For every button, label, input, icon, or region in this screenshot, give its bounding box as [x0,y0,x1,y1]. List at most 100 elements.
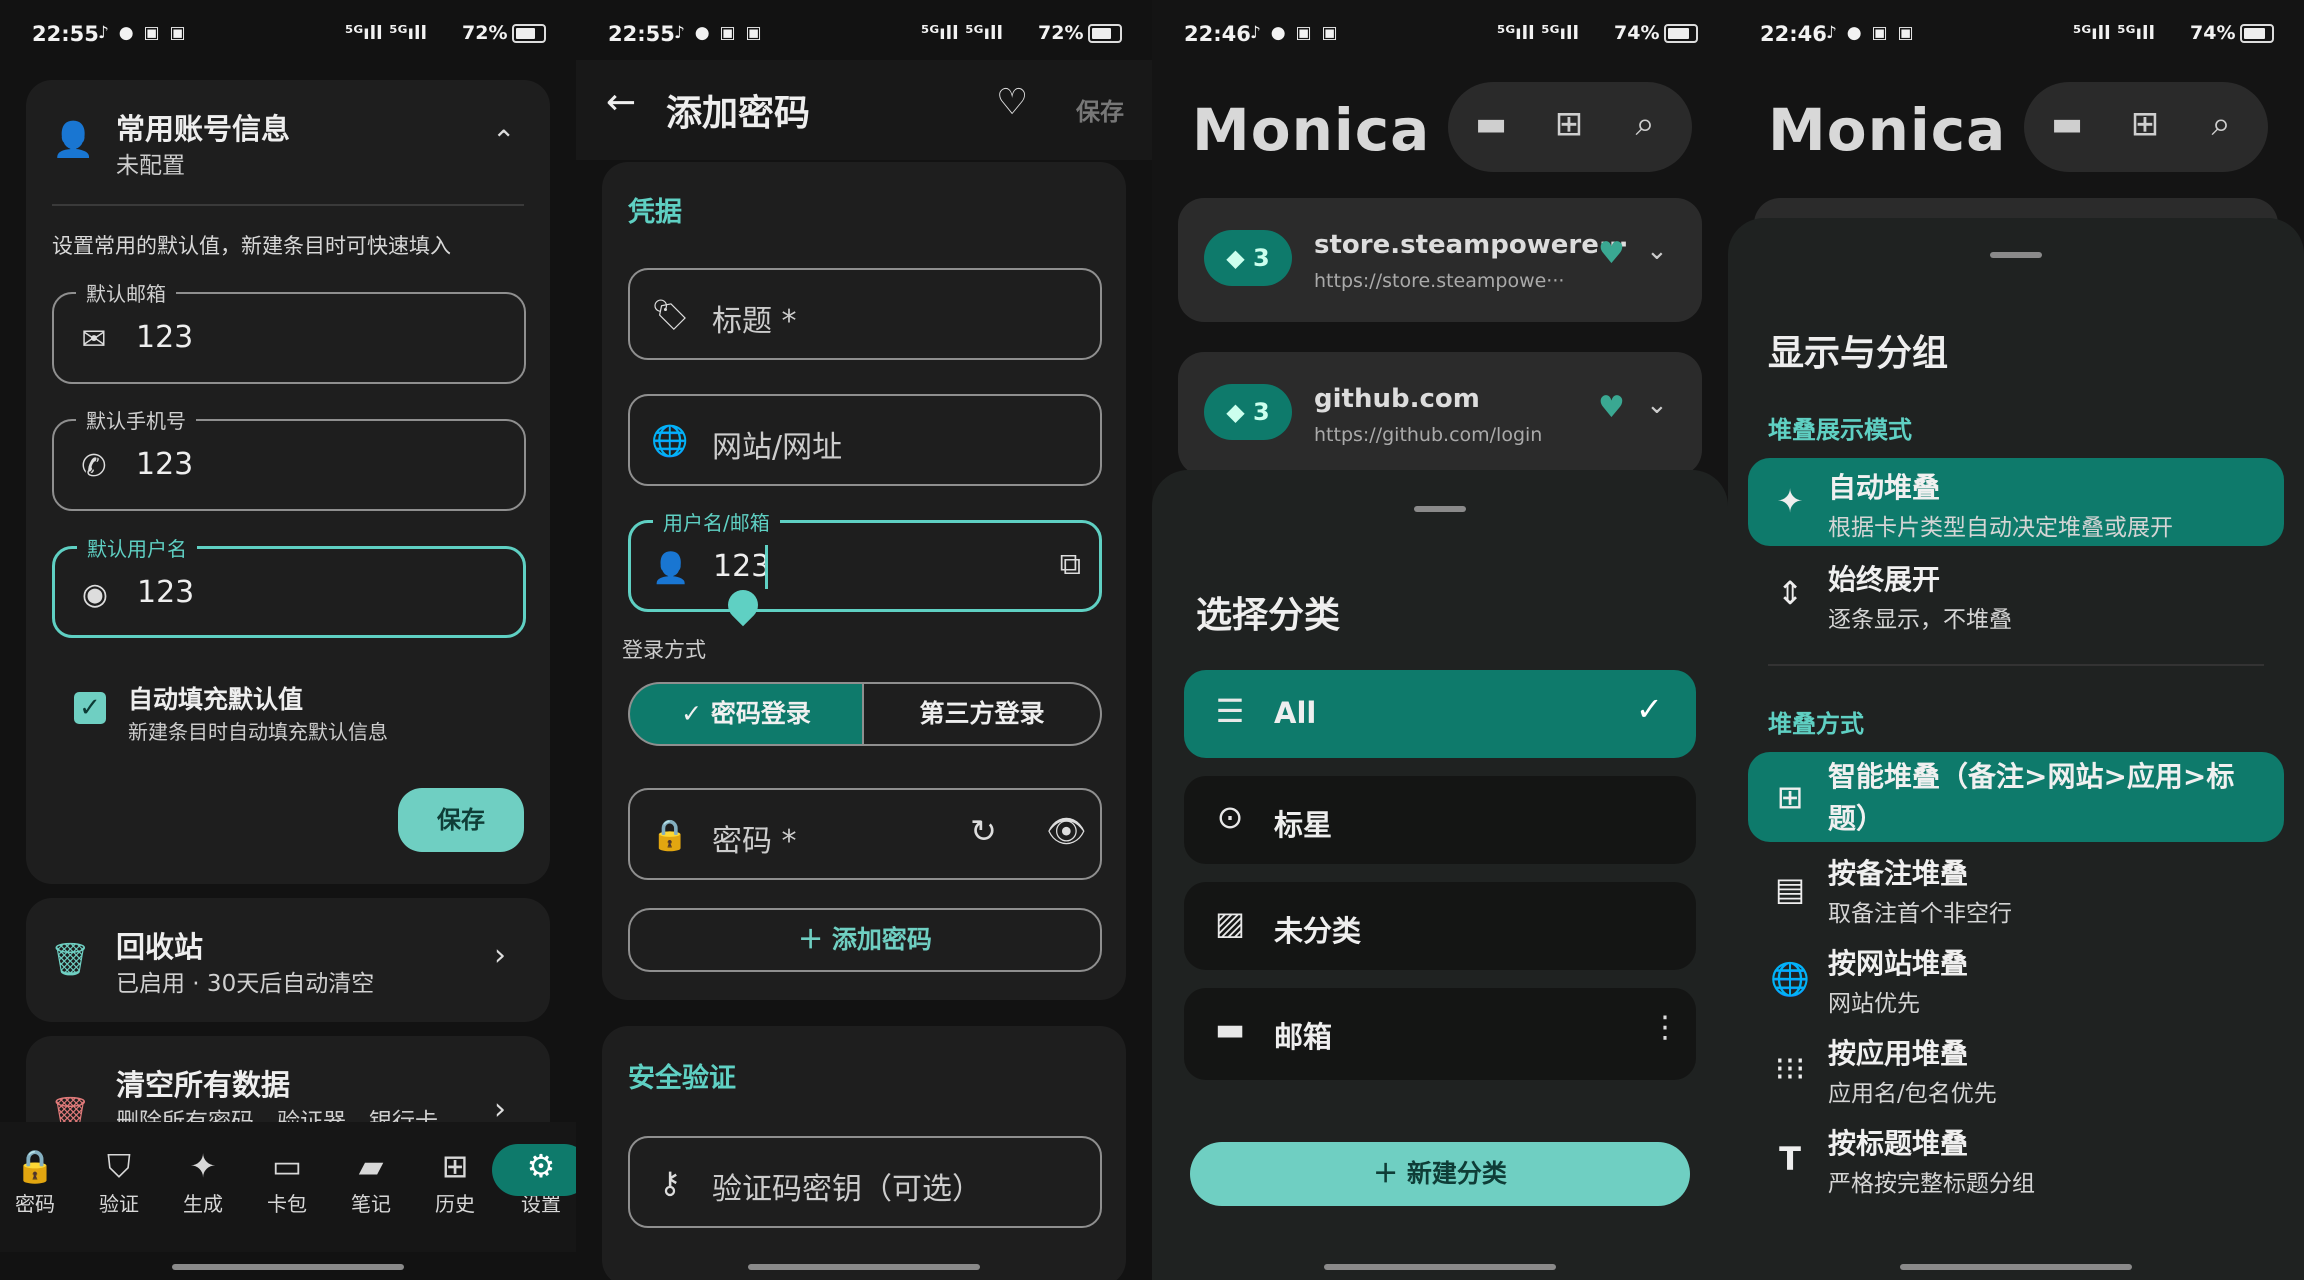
website-field[interactable]: 🌐 网站/网址 [628,394,1102,486]
stack-method-website[interactable]: 🌐 按网站堆叠 网站优先 [1748,938,2284,1028]
toolbar-actions: ▬ ⊞ ⌕ [1448,82,1692,172]
recycle-title: 回收站 [116,930,204,964]
status-bar: 22:55 ♪ ● ▣ ▣ ⁵ᴳıll ⁵ᴳıll 72% [0,0,576,70]
nav-passwords[interactable]: 🔒 密码 [0,1144,70,1217]
text-cursor [765,545,768,589]
chevron-down-icon[interactable]: ⌄ [1646,236,1668,266]
option-title: 自动堆叠 [1828,471,1941,504]
home-indicator[interactable] [1324,1264,1556,1270]
autofill-checkbox[interactable]: ✓ [74,692,106,724]
save-button[interactable]: 保存 [1076,92,1124,127]
security-card: 安全验证 ⚷ 验证码密钥（可选） [602,1026,1126,1280]
shield-icon: ⛉ [106,1147,131,1185]
nav-notes[interactable]: ▰ 笔记 [336,1144,406,1217]
nav-label: 密码 [15,1192,55,1216]
username-field[interactable]: 用户名/邮箱 👤 123 ⧉ [628,507,1102,612]
battery-icon [2240,24,2275,43]
copy-icon[interactable]: ⧉ [1060,547,1081,582]
option-subtitle: 逐条显示，不堆叠 [1828,607,2012,633]
nav-cards[interactable]: ▭ 卡包 [252,1144,322,1217]
search-icon[interactable]: ⌕ [1622,104,1668,144]
entry-card[interactable]: ◆ 3 store.steampowere··· https://store.s… [1178,198,1702,322]
unfold-icon: ⇕ [1776,574,1804,612]
default-email-field[interactable]: 默认邮箱 ✉ 123 [52,278,526,384]
layers-icon: ◆ [1226,398,1254,426]
home-indicator[interactable] [748,1264,980,1270]
password-field[interactable]: 🔒 密码 * ↻ 👁 [628,788,1102,880]
autofill-title: 自动填充默认值 [128,685,304,714]
nav-label: 历史 [435,1192,475,1216]
category-starred[interactable]: ⊙ 标星 [1184,776,1696,864]
refresh-icon[interactable]: ↻ [970,812,997,850]
home-indicator[interactable] [172,1264,404,1270]
drag-handle[interactable] [1990,252,2042,258]
category-all[interactable]: ☰ All ✓ [1184,670,1696,758]
autofill-subtitle: 新建条目时自动填充默认信息 [128,720,388,744]
notification-icons: ♪ ● ▣ ▣ [1250,23,1340,43]
title-field[interactable]: 🏷 标题 * [628,268,1102,360]
plus-icon: ＋ [1373,1159,1407,1188]
signal-icon: ⁵ᴳıll ⁵ᴳıll [1497,22,1579,44]
entry-title: github.com [1314,384,1480,414]
entry-card[interactable]: ◆ 3 github.com https://github.com/login … [1178,352,1702,476]
chevron-up-icon[interactable]: ⌃ [492,124,515,157]
otp-secret-field[interactable]: ⚷ 验证码密钥（可选） [628,1136,1102,1228]
globe-icon: 🌐 [1770,960,1810,998]
more-vert-icon[interactable]: ⋮ [1650,1010,1680,1045]
login-option-third-party[interactable]: 第三方登录 [864,682,1102,746]
heart-icon[interactable]: ♥ [1598,236,1625,271]
option-subtitle: 根据卡片类型自动决定堆叠或展开 [1828,515,2173,541]
stack-method-smart[interactable]: ⊞ 智能堆叠（备注>网站>应用>标题） [1748,752,2284,842]
divider [1768,664,2264,666]
back-arrow-icon[interactable]: ← [606,82,636,123]
heart-icon[interactable]: ♡ [996,82,1028,123]
category-uncategorized[interactable]: ▨ 未分类 [1184,882,1696,970]
stack-mode-auto[interactable]: ✦ 自动堆叠 根据卡片类型自动决定堆叠或展开 [1748,458,2284,546]
dashboard-add-icon[interactable]: ⊞ [2122,104,2168,144]
lock-icon: 🔒 [15,1147,55,1185]
defaults-subtitle: 未配置 [116,153,185,179]
stack-method-note[interactable]: ▤ 按备注堆叠 取备注首个非空行 [1748,848,2284,938]
nav-history[interactable]: ⊞ 历史 [420,1144,490,1217]
divider [52,204,524,206]
folder-icon[interactable]: ▬ [1468,104,1514,144]
nav-generator[interactable]: ✦ 生成 [168,1144,238,1217]
phone-icon: ✆ [81,449,107,484]
nav-label: 笔记 [351,1192,391,1216]
nav-authenticator[interactable]: ⛉ 验证 [84,1144,154,1217]
category-email[interactable]: ▬ 邮箱 ⋮ [1184,988,1696,1080]
list-icon: ☰ [1215,692,1245,730]
chevron-down-icon[interactable]: ⌄ [1646,390,1668,420]
stack-mode-expand[interactable]: ⇕ 始终展开 逐条显示，不堆叠 [1748,550,2284,638]
home-indicator[interactable] [1900,1264,2132,1270]
default-phone-field[interactable]: 默认手机号 ✆ 123 [52,405,526,511]
nav-label: 卡包 [267,1192,307,1216]
clear-title: 清空所有数据 [116,1068,291,1102]
heart-icon[interactable]: ♥ [1598,390,1625,425]
login-option-password[interactable]: ✓ 密码登录 [628,682,864,746]
new-category-button[interactable]: ＋ 新建分类 [1190,1142,1690,1206]
folder-icon[interactable]: ▬ [2044,104,2090,144]
app-title: Monica [1192,96,1431,164]
account-circle-icon: ◉ [81,577,109,612]
option-subtitle: 应用名/包名优先 [1828,1081,1997,1107]
battery-level: 72% [462,22,508,44]
default-username-field[interactable]: 默认用户名 ◉ 123 [52,533,526,638]
dashboard-add-icon[interactable]: ⊞ [1546,104,1592,144]
recycle-bin-item[interactable]: 🗑 回收站 已启用 · 30天后自动清空 › [26,898,550,1022]
display-sheet: 显示与分组 堆叠展示模式 ✦ 自动堆叠 根据卡片类型自动决定堆叠或展开 ⇕ 始终… [1728,218,2304,1280]
drag-handle[interactable] [1414,506,1466,512]
lock-icon: 🔒 [651,818,689,853]
eye-icon[interactable]: 👁 [1046,812,1087,850]
add-password-button[interactable]: ＋ 添加密码 [628,908,1102,972]
save-button[interactable]: 保存 [398,788,524,852]
stack-method-app[interactable]: ⁝⁝⁝ 按应用堆叠 应用名/包名优先 [1748,1028,2284,1118]
section-heading: 安全验证 [628,1063,736,1094]
status-bar: 22:46 ♪ ● ▣ ▣ ⁵ᴳıll ⁵ᴳıll 74% [1152,0,1728,70]
battery-level: 74% [1614,22,1660,44]
search-icon[interactable]: ⌕ [2198,104,2244,144]
nav-settings[interactable]: ⚙ 设置 [492,1144,576,1217]
note-icon: ▰ [358,1147,384,1185]
stack-method-title[interactable]: T 按标题堆叠 严格按完整标题分组 [1748,1118,2284,1208]
battery-level: 74% [2190,22,2236,44]
